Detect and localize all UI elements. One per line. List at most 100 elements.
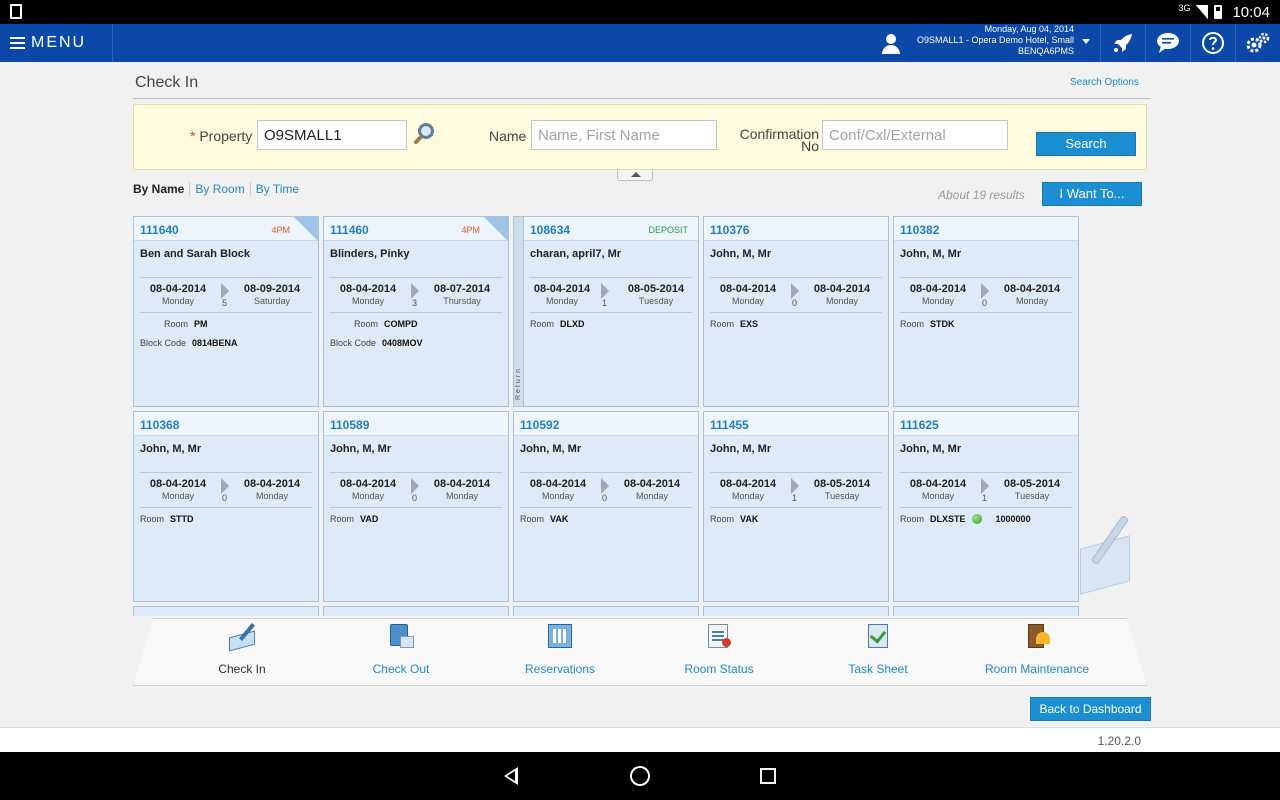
reservation-card[interactable]: 110589 John, M, Mr 08-04-2014 Monday 0 08-04-… [323,411,509,602]
reservation-card[interactable]: 110592 John, M, Mr 08-04-2014 Monday 0 08-04-… [513,411,699,602]
departure-date: 08-04-2014 [433,478,491,490]
divider [133,98,1151,99]
guest-name: John, M, Mr [900,248,962,260]
reservation-card[interactable]: 110382 John, M, Mr 08-04-2014 Monday 0 08-04-… [893,216,1079,407]
tab-by-room[interactable]: By Room [189,182,249,196]
status-badge: DEPOSIT [648,225,688,235]
card-header: 110589 [324,412,508,436]
room-info: Room EXS [710,319,758,329]
confirmation-input[interactable]: Conf/Cxl/External [822,120,1008,150]
reservation-card[interactable]: 111460 4PM Blinders, Pinky 08-04-2014 Monday… [323,216,509,407]
reservation-card-partial[interactable] [323,606,509,616]
divider [710,472,882,473]
nav-check-in[interactable]: Check In [182,622,302,676]
nights-count: 3 [412,298,418,308]
user-session-menu[interactable]: Monday, Aug 04, 2014 O9SMALL1 - Opera De… [880,24,1098,62]
arrow-right-icon [601,283,609,299]
card-header: 110382 [894,217,1078,241]
nights-count: 5 [222,298,228,308]
collapse-search-toggle[interactable] [617,170,653,181]
search-options-link[interactable]: Search Options [1070,77,1139,88]
confirmation-number[interactable]: 108634 [530,223,570,237]
block-code: 0814BENA [192,338,238,348]
reservation-card-partial[interactable] [703,606,889,616]
messages-button[interactable] [1145,24,1190,62]
room-info: Room COMPD [354,319,418,329]
tab-by-time[interactable]: By Time [249,182,304,196]
divider [530,277,692,278]
business-date: Monday, Aug 04, 2014 [984,24,1074,34]
help-button[interactable] [1190,24,1235,62]
divider [140,472,312,473]
arrow-right-icon [601,478,609,494]
confirmation-number[interactable]: 111640 [140,223,179,237]
reservation-card[interactable]: 111455 John, M, Mr 08-04-2014 Monday 1 08-05-… [703,411,889,602]
room-number: VAK [550,514,569,524]
guest-name: John, M, Mr [140,443,202,455]
confirmation-number[interactable]: 110589 [330,418,369,432]
tab-by-name[interactable]: By Name [133,182,189,196]
nav-label: Room Maintenance [984,662,1090,676]
home-icon[interactable] [630,766,650,786]
property-input[interactable]: O9SMALL1 [257,120,407,150]
room-label: Room [520,514,545,524]
status-badge: 4PM [271,225,290,235]
confirmation-number[interactable]: 111625 [900,418,939,432]
divider [900,507,1072,508]
room-info: Room VAK [520,514,568,524]
reservation-card[interactable]: 111625 John, M, Mr 08-04-2014 Monday 1 08-05-… [893,411,1079,602]
room-number: VAK [740,514,759,524]
reservation-card[interactable]: 108634 DEPOSIT charan, april7, Mr 08-04-201… [513,216,699,407]
confirmation-number[interactable]: 110368 [140,418,179,432]
menu-button[interactable]: MENU [0,24,113,62]
divider [140,312,312,313]
room-number: COMPD [384,319,418,329]
nav-task-sheet[interactable]: Task Sheet [818,622,938,676]
page-title: Check In [135,74,199,91]
room-status-icon [704,622,734,650]
departure-day: Monday [825,296,859,306]
nav-check-out[interactable]: Check Out [341,622,461,676]
settings-button[interactable] [1235,24,1280,62]
confirmation-number[interactable]: 111460 [330,223,369,237]
status-badge: 4PM [461,225,480,235]
departure-day: Monday [635,491,669,501]
nights-count: 1 [982,493,988,503]
room-extra-value: 1000000 [995,514,1031,524]
nights-count: 1 [602,298,608,308]
search-icon[interactable] [412,121,438,149]
room-label: Room [530,319,555,329]
back-icon[interactable] [504,767,518,785]
arrival-day: Monday [351,296,385,306]
reservation-card-partial[interactable] [513,606,699,616]
departure-day: Saturday [253,296,291,306]
confirmation-number[interactable]: 110592 [520,418,559,432]
back-to-dashboard-button[interactable]: Back to Dashboard [1030,697,1151,721]
rocket-button[interactable] [1100,24,1145,62]
room-info: Room DLXD [530,319,585,329]
reservation-card-partial[interactable] [893,606,1079,616]
nav-reservations[interactable]: Reservations [500,622,620,676]
confirmation-number[interactable]: 111455 [710,418,749,432]
confirmation-number[interactable]: 110376 [710,223,749,237]
departure-day: Tuesday [824,491,860,501]
confirmation-number[interactable]: 110382 [900,223,939,237]
divider [330,312,502,313]
room-info: Room STDK [900,319,955,329]
room-info: Room VAK [710,514,758,524]
divider [710,312,882,313]
i-want-to-button[interactable]: I Want To... [1042,182,1142,206]
room-label: Room [710,514,735,524]
name-input[interactable]: Name, First Name [531,120,717,150]
return-strip[interactable]: Return [514,217,524,406]
search-button[interactable]: Search [1036,132,1136,156]
reservation-card[interactable]: 110376 John, M, Mr 08-04-2014 Monday 0 08-04-… [703,216,889,407]
results-count: About 19 results [938,188,1025,202]
recent-apps-icon[interactable] [760,768,776,784]
reservation-card-partial[interactable] [133,606,319,616]
arrival-day: Monday [161,296,195,306]
nav-room-maintenance[interactable]: Room Maintenance [977,622,1097,676]
nav-room-status[interactable]: Room Status [659,622,779,676]
reservation-card[interactable]: 110368 John, M, Mr 08-04-2014 Monday 0 08-04-… [133,411,319,602]
reservation-card[interactable]: 111640 4PM Ben and Sarah Block 08-04-2014 Mo… [133,216,319,407]
